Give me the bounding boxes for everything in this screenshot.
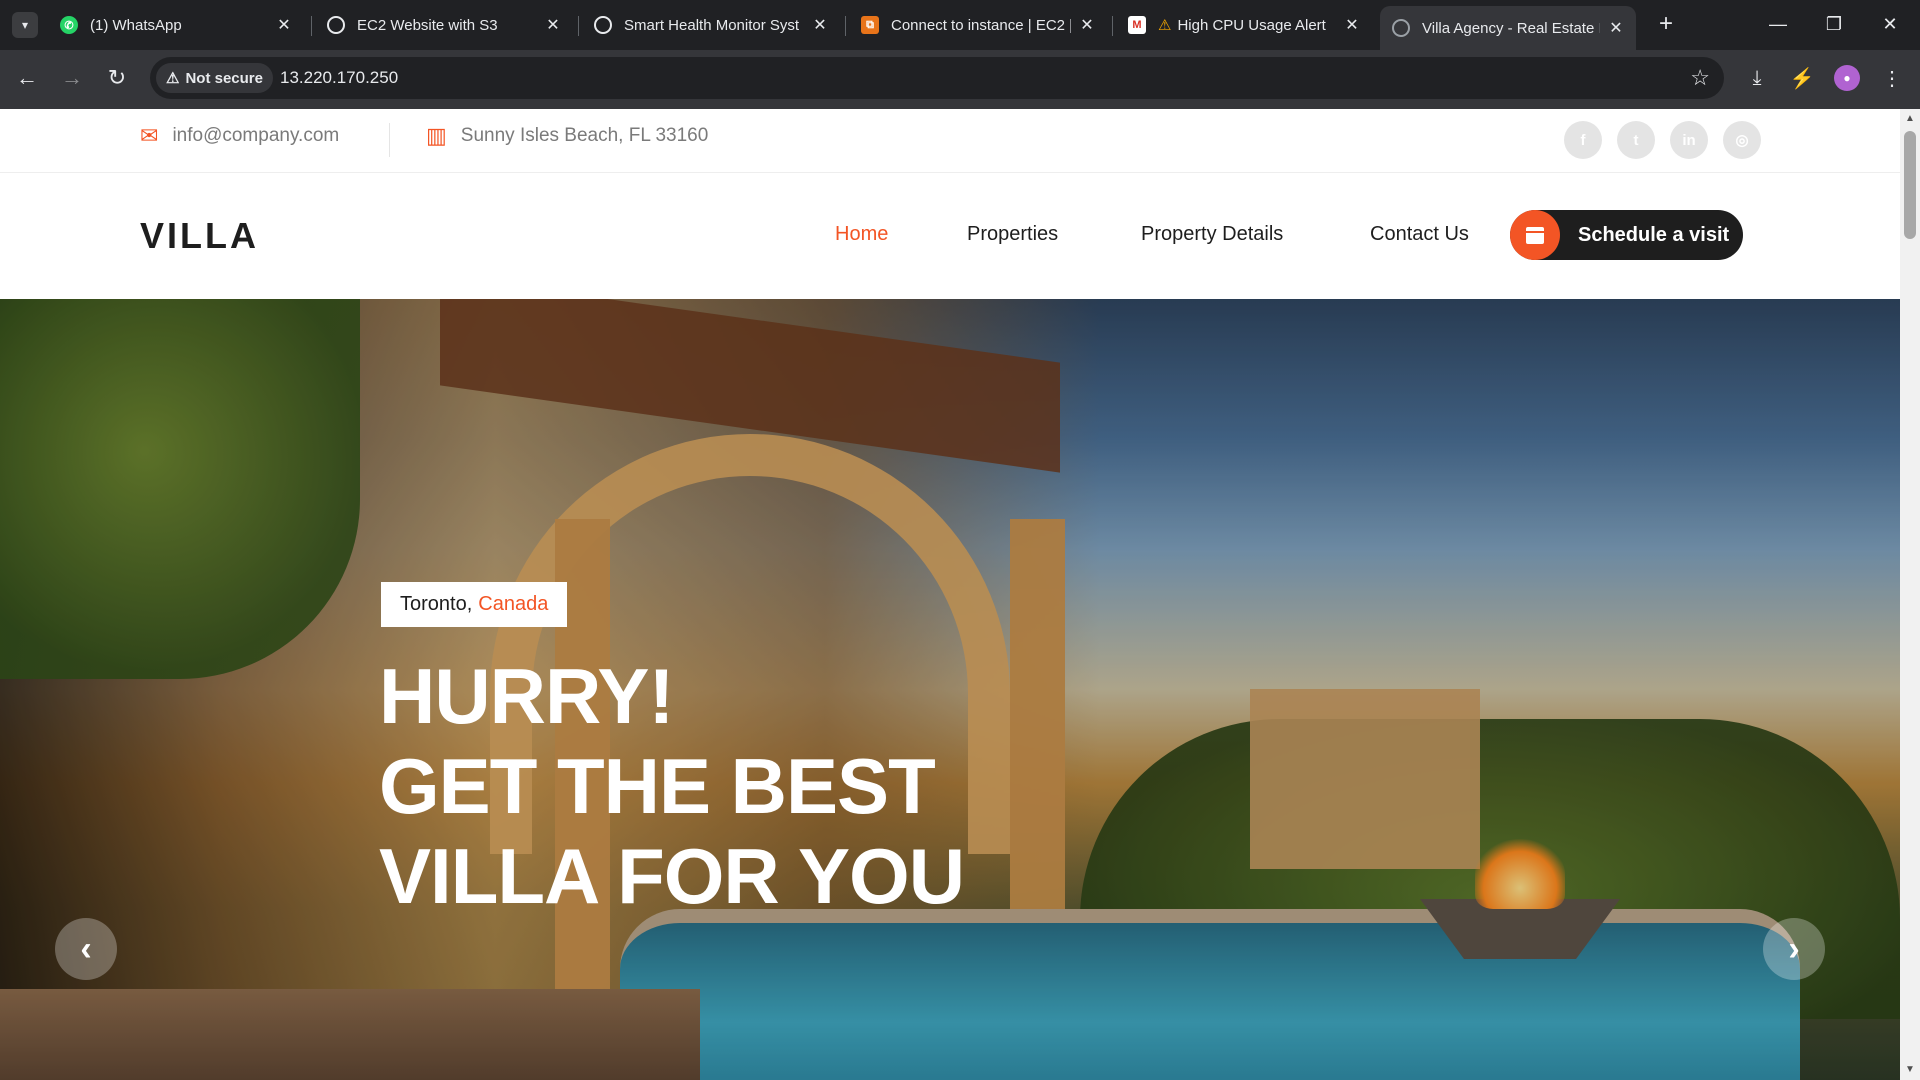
warning-icon: ⚠ [1158,17,1172,34]
location-country: Canada [478,593,549,615]
close-icon[interactable]: ✕ [812,15,828,35]
tab-ec2-website[interactable]: EC2 Website with S3 ✕ [315,6,573,44]
tab-divider [311,16,312,36]
reload-icon[interactable]: ↻ [102,63,132,93]
calendar-icon [1510,210,1560,260]
forward-icon[interactable]: → [57,63,87,93]
nav-home[interactable]: Home [835,223,888,246]
tab-label: High CPU Usage Alert [1177,16,1326,34]
page-scrollbar[interactable]: ▲ ▼ [1900,109,1920,1080]
browser-toolbar: ← → ↻ ⚠ Not secure 13.220.170.250 ☆ ⤓ ⚡ … [0,50,1920,109]
map-icon: ▥ [426,123,447,148]
hero-headline: HURRY! GET THE BEST VILLA FOR YOU [379,651,965,921]
site-logo[interactable]: VILLA [140,215,259,257]
tab-label: EC2 Website with S3 [357,16,498,34]
tab-connect-instance[interactable]: ⧉ Connect to instance | EC2 | ✕ [849,6,1107,44]
main-navigation: VILLA Home Properties Property Details C… [0,173,1900,299]
tab-strip: ▾ ✆ (1) WhatsApp ✕ EC2 Website with S3 ✕… [0,0,1920,50]
tab-label: Villa Agency - Real Estate I [1422,19,1600,37]
warning-icon: ⚠ [166,70,180,87]
tab-whatsapp[interactable]: ✆ (1) WhatsApp ✕ [48,6,304,44]
close-icon[interactable]: ✕ [1608,18,1624,38]
download-icon[interactable]: ⤓ [1741,62,1773,94]
email-info[interactable]: ✉ info@company.com [140,123,339,149]
web-page: ✉ info@company.com ▥ Sunny Isles Beach, … [0,109,1900,1080]
hero-slider: Toronto, Canada HURRY! GET THE BEST VILL… [0,299,1900,1080]
headline-line: HURRY! [379,652,674,740]
headline-line: VILLA FOR YOU [379,832,965,920]
tab-label: (1) WhatsApp [90,16,182,34]
tab-cpu-alert[interactable]: M ⚠ High CPU Usage Alert ✕ [1116,6,1372,44]
browser-chrome: ▾ ✆ (1) WhatsApp ✕ EC2 Website with S3 ✕… [0,0,1920,109]
minimize-icon[interactable]: — [1758,8,1798,40]
facebook-icon[interactable]: f [1564,121,1602,159]
tab-search-icon[interactable]: ▾ [12,12,38,38]
divider [389,123,390,157]
scroll-thumb[interactable] [1904,131,1916,239]
linkedin-icon[interactable]: in [1670,121,1708,159]
schedule-visit-button[interactable]: Schedule a visit [1510,210,1743,260]
new-tab-icon[interactable]: + [1652,10,1680,38]
address-text: Sunny Isles Beach, FL 33160 [460,125,709,146]
envelope-icon: ✉ [140,123,159,148]
profile-avatar[interactable]: ● [1834,65,1860,91]
tab-label: Smart Health Monitor Syst [624,16,800,34]
tab-label: Connect to instance | EC2 | [891,16,1071,34]
location-city: Toronto, [400,593,473,615]
close-icon[interactable]: ✕ [545,15,561,35]
address-info: ▥ Sunny Isles Beach, FL 33160 [426,123,708,149]
aws-icon: ⧉ [861,16,879,34]
gmail-icon: M [1128,16,1146,34]
whatsapp-icon: ✆ [60,16,78,34]
close-icon[interactable]: ✕ [1344,15,1360,35]
openai-icon [327,16,345,34]
nav-contact-us[interactable]: Contact Us [1370,223,1469,246]
security-chip[interactable]: ⚠ Not secure [156,63,273,93]
url-text[interactable]: 13.220.170.250 [280,68,398,88]
twitter-icon[interactable]: t [1617,121,1655,159]
nav-properties[interactable]: Properties [967,223,1058,246]
tab-villa-agency[interactable]: Villa Agency - Real Estate I ✕ [1380,6,1636,50]
restore-icon[interactable]: ❐ [1814,8,1854,40]
contact-bar: ✉ info@company.com ▥ Sunny Isles Beach, … [0,109,1900,173]
scroll-up-icon[interactable]: ▲ [1904,113,1916,124]
instagram-icon[interactable]: ◎ [1723,121,1761,159]
scroll-down-icon[interactable]: ▼ [1904,1064,1916,1075]
openai-icon [594,16,612,34]
tab-smart-health[interactable]: Smart Health Monitor Syst ✕ [582,6,840,44]
email-text: info@company.com [172,125,340,146]
tab-divider [845,16,846,36]
bookmark-star-icon[interactable]: ☆ [1690,65,1710,91]
window-close-icon[interactable]: ✕ [1870,8,1910,40]
tab-divider [1112,16,1113,36]
close-icon[interactable]: ✕ [276,15,292,35]
chevron-left-icon: ‹ [80,929,92,968]
menu-icon[interactable]: ⋮ [1876,62,1908,94]
back-icon[interactable]: ← [12,63,42,93]
performance-icon[interactable]: ⚡ [1786,62,1818,94]
globe-icon [1392,19,1410,37]
address-bar[interactable]: ⚠ Not secure 13.220.170.250 ☆ [150,57,1724,99]
location-badge: Toronto, Canada [381,582,568,627]
headline-line: GET THE BEST [379,742,936,830]
nav-property-details[interactable]: Property Details [1141,223,1283,246]
tab-divider [578,16,579,36]
security-label: Not secure [185,69,263,87]
close-icon[interactable]: ✕ [1079,15,1095,35]
prev-slide-button[interactable]: ‹ [55,918,117,980]
next-slide-button[interactable]: › [1763,918,1825,980]
chevron-right-icon: › [1788,929,1800,968]
cta-label: Schedule a visit [1578,223,1730,246]
